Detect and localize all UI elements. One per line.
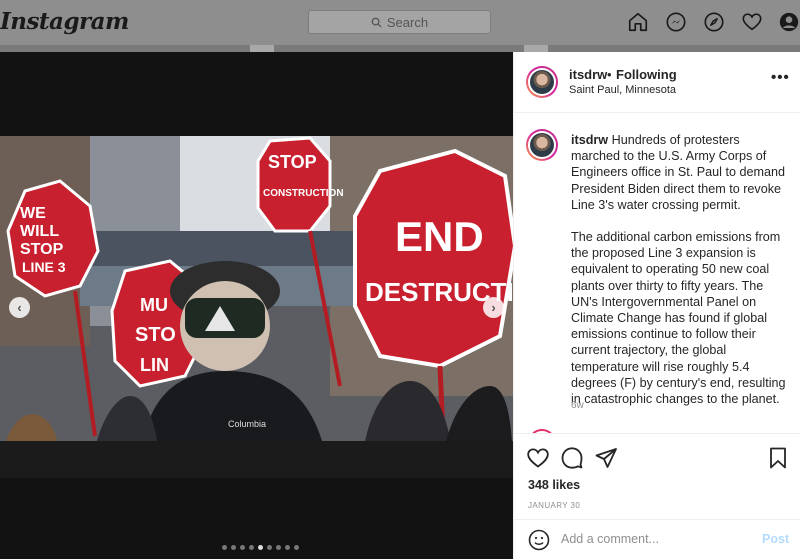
comment-icon[interactable]	[560, 446, 584, 470]
post-date: JANUARY 30	[528, 501, 581, 510]
search-icon	[371, 17, 382, 28]
background-feed-strip	[0, 45, 800, 52]
home-icon[interactable]	[627, 11, 649, 33]
svg-text:STO: STO	[135, 324, 176, 346]
post-detail-panel: itsdrw • Following Saint Paul, Minnesota…	[513, 52, 800, 559]
svg-text:MU: MU	[140, 295, 168, 315]
post-caption: itsdrw Hundreds of protesters marched to…	[571, 132, 791, 407]
author-username[interactable]: itsdrw	[569, 67, 607, 82]
share-icon[interactable]	[594, 446, 618, 470]
comments-area[interactable]: itsdrw Hundreds of protesters marched to…	[514, 113, 800, 433]
previous-photo-button[interactable]: ‹	[9, 297, 30, 318]
activity-heart-icon[interactable]	[741, 11, 763, 33]
next-photo-button[interactable]: ›	[483, 297, 504, 318]
jacket-logo: Columbia	[228, 419, 266, 429]
comment-bar: Add a comment... Post	[514, 519, 800, 559]
svg-text:END: END	[395, 213, 484, 260]
chevron-left-icon: ‹	[17, 300, 22, 315]
like-count[interactable]: 348 likes	[528, 478, 580, 492]
comment-input[interactable]: Add a comment...	[561, 532, 659, 546]
carousel-dot	[258, 545, 263, 550]
messenger-icon[interactable]	[665, 11, 687, 33]
carousel-dot	[267, 545, 272, 550]
more-options-icon[interactable]: •••	[771, 69, 790, 86]
svg-text:WILL: WILL	[20, 223, 59, 240]
svg-text:LIN: LIN	[140, 355, 169, 375]
caption-avatar[interactable]	[526, 129, 558, 161]
carousel-dot	[285, 545, 290, 550]
following-button[interactable]: Following	[616, 67, 677, 82]
caption-time: 6w	[571, 400, 584, 411]
caption-text-2: The additional carbon emissions from the…	[571, 230, 786, 407]
svg-text:WE: WE	[20, 205, 46, 222]
carousel-dot	[294, 545, 299, 550]
search-placeholder: Search	[386, 14, 429, 30]
like-heart-icon[interactable]	[526, 446, 550, 470]
instagram-logo[interactable]: Instagram	[0, 8, 129, 35]
svg-text:STOP: STOP	[20, 241, 64, 258]
carousel-dot	[276, 545, 281, 550]
carousel-dot	[240, 545, 245, 550]
svg-text:LINE 3: LINE 3	[22, 259, 66, 275]
carousel-dot	[249, 545, 254, 550]
post-photo: WE WILL STOP LINE 3 STOP CONSTRUCTION EN…	[0, 136, 513, 478]
post-comment-button[interactable]: Post	[762, 532, 789, 546]
post-location[interactable]: Saint Paul, Minnesota	[569, 84, 676, 96]
emoji-icon[interactable]	[527, 528, 551, 552]
bookmark-icon[interactable]	[766, 446, 790, 470]
profile-avatar-icon[interactable]	[778, 11, 800, 33]
separator-dot: •	[607, 67, 612, 82]
search-input[interactable]: Search	[308, 10, 491, 34]
post-actions: 348 likes JANUARY 30 Add a comment... Po…	[514, 433, 800, 559]
explore-icon[interactable]	[703, 11, 725, 33]
post-header: itsdrw • Following Saint Paul, Minnesota…	[514, 52, 800, 113]
background-feed-edge	[524, 45, 548, 52]
background-feed-edge	[250, 45, 274, 52]
svg-text:STOP: STOP	[268, 152, 317, 172]
chevron-right-icon: ›	[491, 300, 496, 315]
caption-username[interactable]: itsdrw	[571, 133, 608, 147]
carousel-indicator	[222, 545, 299, 550]
svg-text:CONSTRUCTION: CONSTRUCTION	[263, 188, 344, 199]
carousel-dot	[222, 545, 227, 550]
carousel-dot	[231, 545, 236, 550]
author-avatar[interactable]	[526, 66, 558, 98]
